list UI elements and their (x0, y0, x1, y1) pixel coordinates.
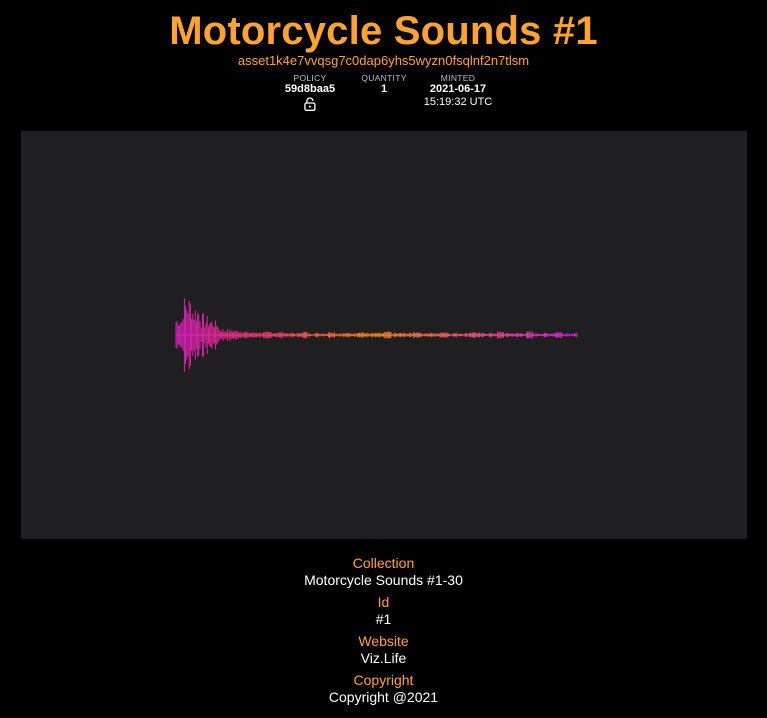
policy-block: POLICY 59d8baa5 (285, 73, 335, 111)
id-value: #1 (375, 611, 392, 627)
audio-waveform-player[interactable] (21, 131, 747, 539)
lock-icon (304, 97, 316, 111)
detail-website: Website Viz.Life (0, 633, 767, 667)
minted-date: 2021-06-17 (429, 83, 487, 95)
asset-meta: POLICY 59d8baa5 QUANTITY 1 MINTED 2021-0… (0, 73, 767, 113)
quantity-block: QUANTITY 1 (361, 73, 406, 96)
waveform-bars (175, 298, 578, 372)
website-value[interactable]: Viz.Life (0, 650, 767, 667)
collection-value: Motorcycle Sounds #1-30 (304, 572, 463, 588)
quantity-label: QUANTITY (361, 73, 407, 83)
policy-label: POLICY (293, 73, 327, 83)
minted-label: MINTED (440, 73, 476, 83)
asset-id[interactable]: asset1k4e7vvqsg7c0dap6yhs5wyzn0fsqlnf2n7… (0, 53, 767, 68)
copyright-value: Copyright @2021 (328, 689, 439, 705)
detail-copyright: Copyright Copyright @2021 (0, 672, 767, 706)
detail-id: Id #1 (0, 594, 767, 628)
quantity-value: 1 (380, 83, 388, 95)
minted-block: MINTED 2021-06-17 15:19:32 UTC (424, 73, 492, 109)
page-title: Motorcycle Sounds #1 (169, 9, 598, 53)
website-label: Website (358, 633, 409, 649)
id-label: Id (377, 594, 390, 610)
detail-collection: Collection Motorcycle Sounds #1-30 (0, 555, 767, 589)
collection-label: Collection (352, 555, 415, 571)
waveform[interactable] (21, 131, 747, 539)
copyright-label: Copyright (353, 672, 414, 688)
minted-time: 15:19:32 UTC (423, 96, 493, 108)
nft-asset-page: Motorcycle Sounds #1 asset1k4e7vvqsg7c0d… (0, 0, 767, 718)
policy-value[interactable]: 59d8baa5 (285, 83, 335, 96)
